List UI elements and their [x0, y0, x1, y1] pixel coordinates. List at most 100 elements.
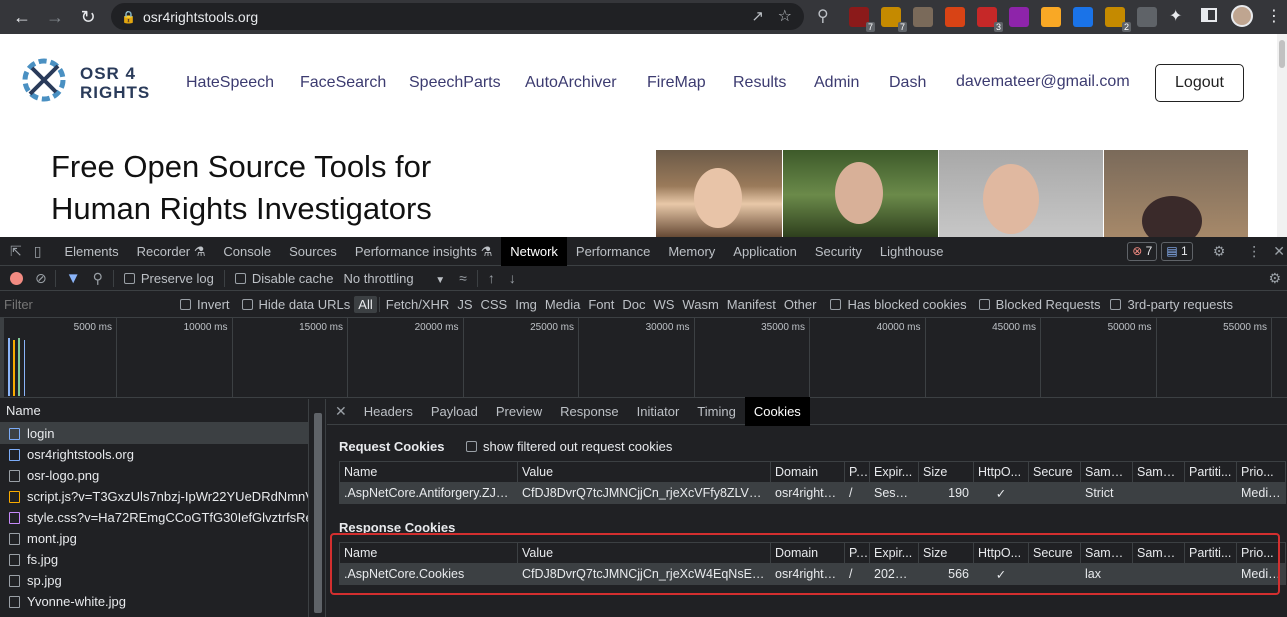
column-header[interactable]: Value: [517, 542, 771, 564]
filter-type-doc[interactable]: Doc: [618, 296, 649, 313]
request-row[interactable]: script.js?v=T3GxzUls7nbzj-IpWr22YUeDRdNm…: [0, 486, 308, 507]
column-header[interactable]: Secure: [1028, 461, 1081, 483]
column-header[interactable]: Secure: [1028, 542, 1081, 564]
tab-payload[interactable]: Payload: [422, 397, 487, 426]
request-cookie-row[interactable]: .AspNetCore.Antiforgery.ZJXs... CfDJ8DvrQ…: [339, 482, 1286, 504]
request-list-header[interactable]: Name: [0, 399, 308, 423]
column-header[interactable]: Value: [517, 461, 771, 483]
puzzle-extensions-icon[interactable]: ✦: [1169, 6, 1182, 26]
check-icon[interactable]: [1041, 7, 1061, 27]
column-header[interactable]: Domain: [770, 461, 845, 483]
filter-type-fetch-xhr[interactable]: Fetch/XHR: [382, 296, 454, 313]
tab-elements[interactable]: Elements: [55, 237, 127, 266]
profile-avatar[interactable]: [1231, 5, 1253, 27]
close-icon[interactable]: ✕: [1273, 243, 1285, 260]
tab-memory[interactable]: Memory: [659, 237, 724, 266]
reload-icon[interactable]: ↻: [73, 2, 103, 32]
more-menu-icon[interactable]: ⋮: [1266, 6, 1282, 26]
blocked-requests-checkbox[interactable]: Blocked Requests: [978, 297, 1100, 312]
tab-network[interactable]: Network: [501, 236, 567, 266]
network-overview-timeline[interactable]: 5000 ms 10000 ms 15000 ms 20000 ms 25000 ms 3…: [0, 318, 1287, 398]
tab-security[interactable]: Security: [806, 237, 871, 266]
tab-headers[interactable]: Headers: [355, 397, 422, 426]
column-header[interactable]: Expir...: [869, 542, 919, 564]
tab-recorder[interactable]: Recorder ⚗: [128, 237, 215, 266]
nav-results[interactable]: Results: [733, 74, 786, 92]
tab-lighthouse[interactable]: Lighthouse: [871, 237, 953, 266]
column-header[interactable]: Prio...: [1236, 542, 1286, 564]
request-list-scrollbar[interactable]: [310, 399, 326, 617]
show-filtered-checkbox[interactable]: show filtered out request cookies: [466, 439, 672, 454]
column-header[interactable]: Same...: [1080, 542, 1133, 564]
extension-icon[interactable]: 7: [881, 7, 907, 32]
request-row[interactable]: fs.jpg: [0, 549, 308, 570]
column-header[interactable]: Partiti...: [1184, 542, 1237, 564]
bookmark-star-icon[interactable]: ☆: [778, 6, 792, 26]
blocked-cookies-checkbox[interactable]: Has blocked cookies: [830, 297, 967, 312]
messages-badge[interactable]: ▤ 1: [1161, 242, 1193, 261]
zoom-icon[interactable]: ⚲: [817, 6, 829, 26]
filter-type-css[interactable]: CSS: [477, 296, 512, 313]
disable-cache-checkbox[interactable]: Disable cache: [234, 271, 334, 286]
column-header[interactable]: Domain: [770, 542, 845, 564]
response-cookie-row[interactable]: .AspNetCore.Cookies CfDJ8DvrQ7tcJMNCjjCn_…: [339, 563, 1286, 585]
forward-icon[interactable]: →: [40, 2, 70, 32]
invert-checkbox[interactable]: Invert: [180, 297, 230, 312]
filter-type-ws[interactable]: WS: [649, 296, 678, 313]
tab-initiator[interactable]: Initiator: [628, 397, 689, 426]
side-panel-icon[interactable]: [1201, 8, 1217, 22]
column-header[interactable]: Same...: [1132, 542, 1185, 564]
image-icon[interactable]: [1137, 7, 1157, 27]
filter-funnel-icon[interactable]: ▼: [66, 270, 81, 287]
timeline-handle[interactable]: [0, 318, 4, 398]
tab-sources[interactable]: Sources: [280, 237, 346, 266]
column-header[interactable]: HttpO...: [973, 461, 1029, 483]
tag-icon[interactable]: [945, 7, 965, 27]
column-header[interactable]: Name: [339, 461, 518, 483]
network-conditions-icon[interactable]: ≈: [459, 270, 467, 286]
filter-type-all[interactable]: All: [354, 295, 377, 313]
column-header[interactable]: P...: [844, 461, 870, 483]
settings-gear-icon[interactable]: ⚙: [1213, 243, 1226, 260]
errors-badge[interactable]: ⊗ 7: [1127, 242, 1158, 261]
request-row[interactable]: mont.jpg: [0, 528, 308, 549]
cookie-icon[interactable]: [913, 7, 933, 27]
filter-type-img[interactable]: Img: [511, 296, 541, 313]
record-icon[interactable]: [10, 271, 23, 285]
column-header[interactable]: P...: [844, 542, 870, 564]
column-header[interactable]: Size: [918, 461, 974, 483]
request-row[interactable]: Yvonne-white.jpg: [0, 591, 308, 612]
column-header[interactable]: Expir...: [869, 461, 919, 483]
filter-type-js[interactable]: JS: [453, 296, 476, 313]
tab-console[interactable]: Console: [214, 237, 280, 266]
hide-data-urls-checkbox[interactable]: Hide data URLs: [241, 297, 350, 312]
nav-firemap[interactable]: FireMap: [647, 74, 706, 92]
import-har-icon[interactable]: ↑: [488, 270, 495, 286]
request-row[interactable]: style.css?v=Ha72REmgCCoGTfG30IefGlvztrfs…: [0, 507, 308, 528]
translate-icon[interactable]: [1073, 7, 1093, 27]
column-header[interactable]: Partiti...: [1184, 461, 1237, 483]
nav-facesearch[interactable]: FaceSearch: [300, 74, 386, 92]
lock-icon[interactable]: 🔒: [121, 10, 137, 24]
close-detail-icon[interactable]: ✕: [335, 403, 347, 420]
tab-application[interactable]: Application: [724, 237, 806, 266]
back-icon[interactable]: ←: [7, 2, 37, 32]
column-header[interactable]: Name: [339, 542, 518, 564]
tab-performance[interactable]: Performance: [567, 237, 659, 266]
film-icon[interactable]: 3: [977, 7, 1003, 32]
nav-dash[interactable]: Dash: [889, 74, 926, 92]
nav-hatespeech[interactable]: HateSpeech: [186, 74, 274, 92]
filter-type-wasm[interactable]: Wasm: [678, 296, 722, 313]
request-row[interactable]: osr-logo.png: [0, 465, 308, 486]
third-party-checkbox[interactable]: 3rd-party requests: [1110, 297, 1233, 312]
throttling-select[interactable]: No throttling ▼: [344, 271, 446, 286]
address-bar[interactable]: 🔒 osr4rightstools.org ↗ ☆: [111, 3, 804, 30]
clear-icon[interactable]: ⊘: [35, 270, 47, 287]
nav-user-email[interactable]: davemateer@gmail.com: [956, 73, 1130, 91]
column-header[interactable]: Size: [918, 542, 974, 564]
filter-type-other[interactable]: Other: [780, 296, 821, 313]
filter-type-font[interactable]: Font: [584, 296, 618, 313]
filter-input[interactable]: [4, 294, 174, 314]
key-icon[interactable]: 2: [1105, 7, 1131, 32]
column-header[interactable]: Same...: [1080, 461, 1133, 483]
